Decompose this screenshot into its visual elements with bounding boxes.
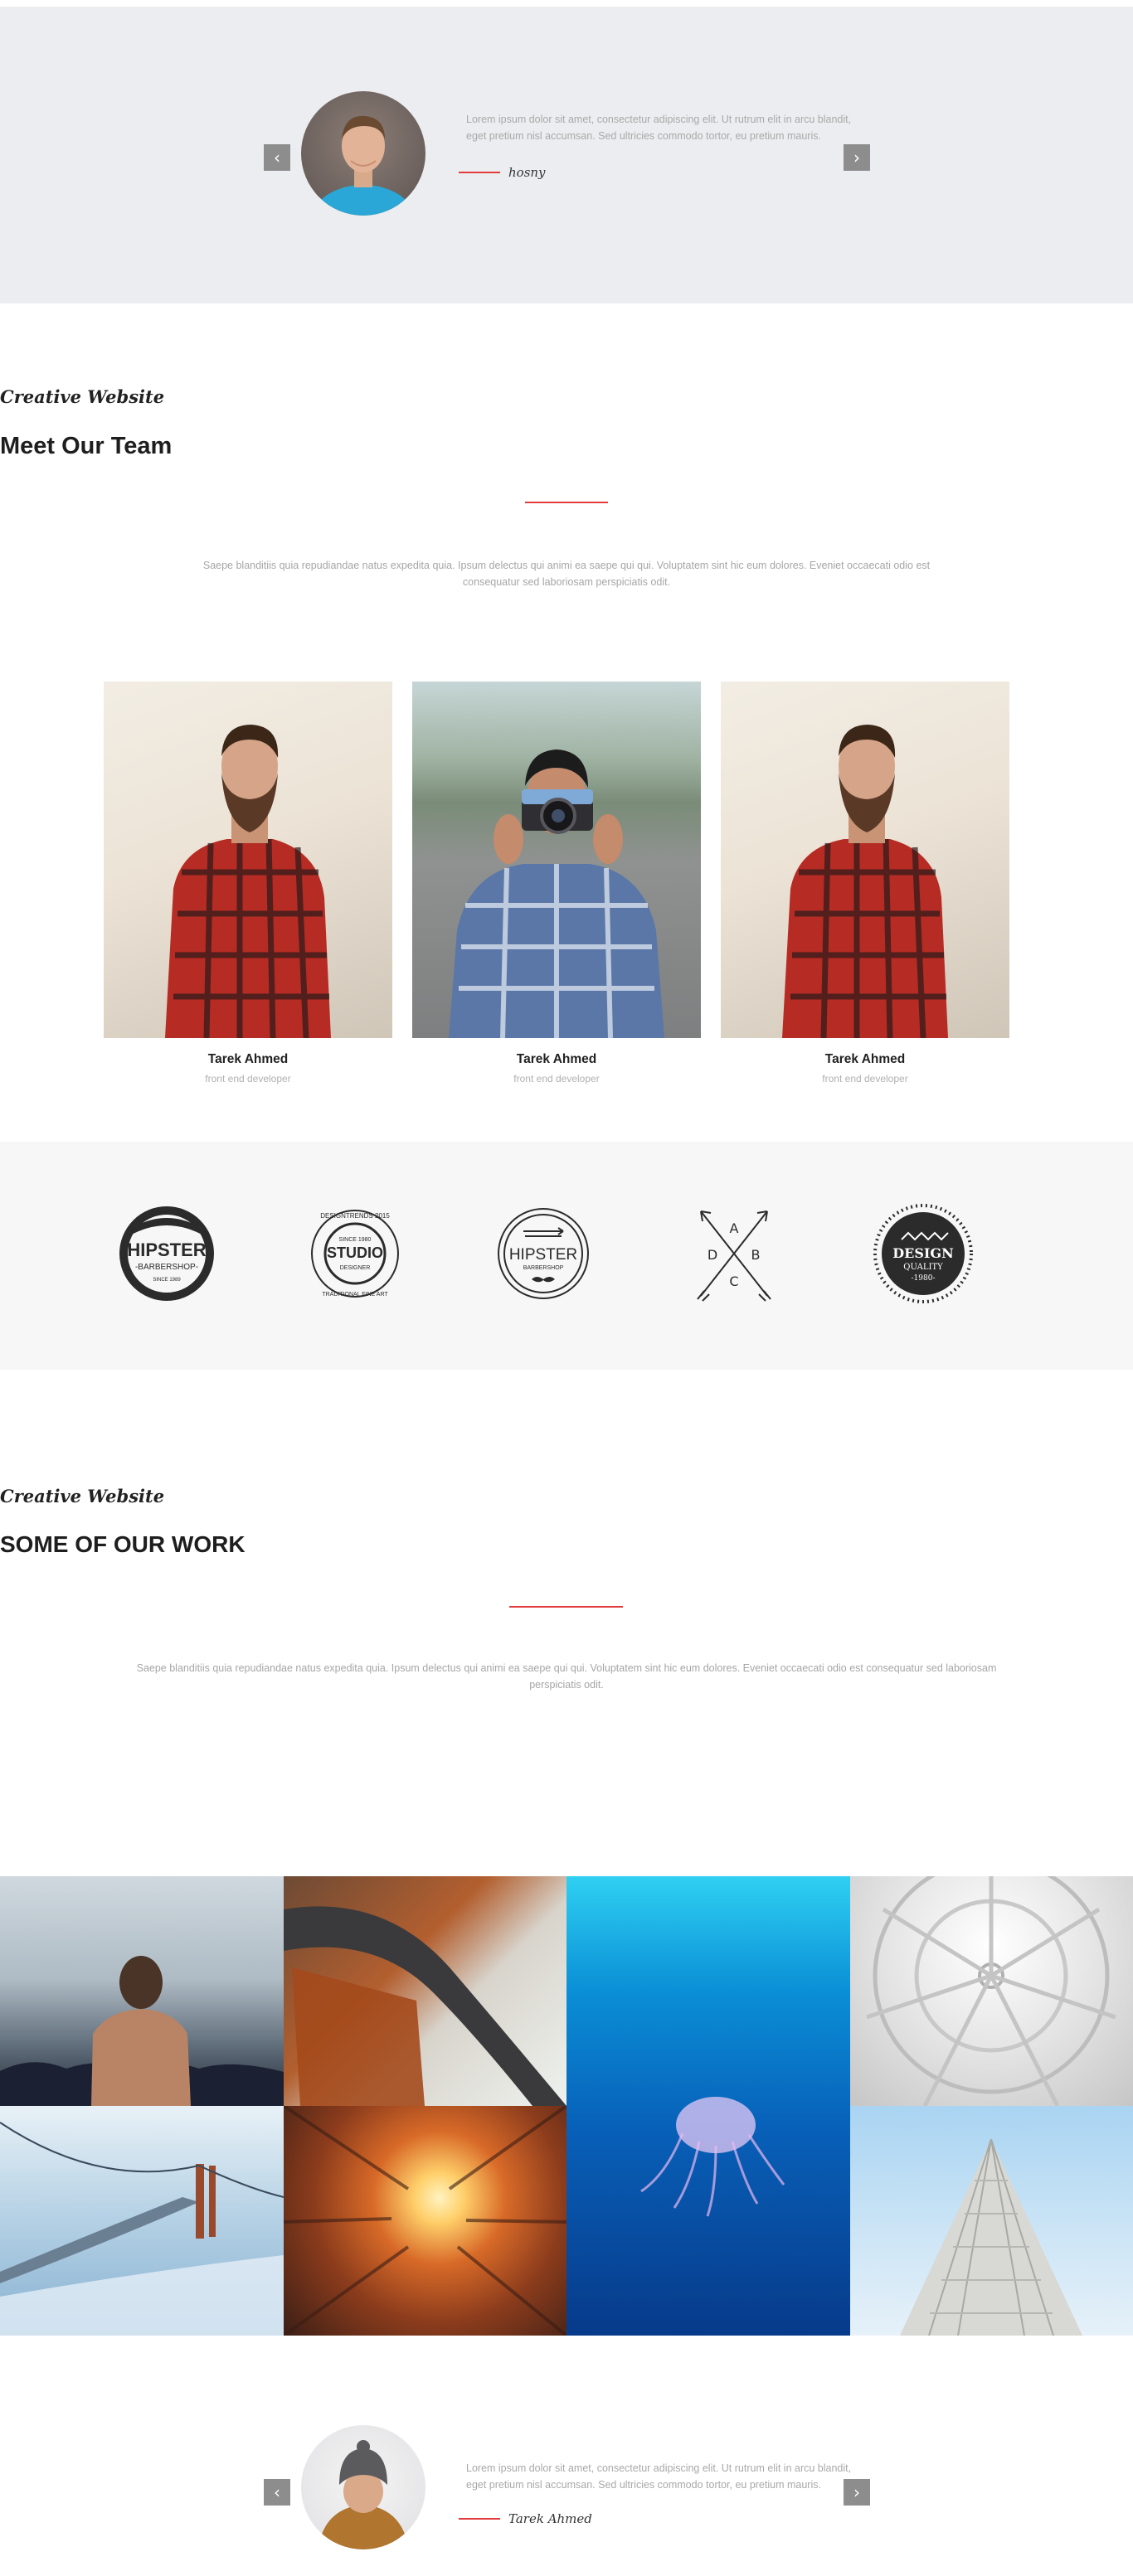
bearded-man-image: [165, 725, 331, 1038]
team-member-name: Tarek Ahmed: [207, 1052, 289, 1066]
portfolio-item-jellyfish[interactable]: [566, 1876, 850, 2336]
team-member-card[interactable]: Tarek Ahmed front end developer: [412, 682, 701, 1084]
work-title: SOME OF OUR WORK: [0, 1531, 246, 1557]
team-member-role: front end developer: [822, 1073, 908, 1084]
person-avatar-image: [318, 2440, 409, 2549]
svg-text:C: C: [729, 1273, 738, 1289]
svg-text:SINCE 1980: SINCE 1980: [339, 1237, 372, 1243]
svg-text:BARBERSHOP: BARBERSHOP: [523, 1265, 564, 1271]
testimonial-next-button[interactable]: ›: [844, 144, 870, 171]
team-member-name: Tarek Ahmed: [516, 1052, 597, 1066]
team-member-photo: [104, 682, 392, 1038]
testimonial-avatar: [301, 91, 425, 216]
team-member-card[interactable]: Tarek Ahmed front end developer: [721, 682, 1009, 1084]
work-title-divider: [509, 1606, 623, 1608]
svg-text:DESIGNER: DESIGNER: [340, 1265, 371, 1271]
person-avatar-image: [312, 115, 415, 216]
testimonial-prev-button[interactable]: ‹: [264, 144, 290, 171]
svg-text:DESIGNTRENDS 2015: DESIGNTRENDS 2015: [320, 1212, 390, 1220]
photographer-image: [449, 750, 664, 1038]
team-description: Saepe blanditiis quia repudiandae natus …: [202, 560, 931, 588]
svg-text:HIPSTER: HIPSTER: [127, 1239, 206, 1260]
svg-text:A: A: [730, 1220, 739, 1236]
brand-logos-section: HIPSTER -BARBERSHOP- SINCE 1989 DESIGNTR…: [0, 1142, 1133, 1370]
work-section: Creative Website SOME OF OUR WORK Saepe …: [0, 1370, 1133, 1876]
team-member-photo: [412, 682, 701, 1038]
portfolio-item-architecture-curve[interactable]: [284, 1876, 566, 2106]
svg-text:DESIGN: DESIGN: [892, 1245, 953, 1261]
testimonial-section: ‹ Lorem ipsum dolor sit amet, consectetu…: [0, 2336, 1133, 2576]
team-member-role: front end developer: [205, 1073, 291, 1084]
studio-designer-logo[interactable]: DESIGNTRENDS 2015 SINCE 1980 STUDIO DESI…: [305, 1198, 405, 1309]
author-name: hosny: [508, 165, 546, 180]
testimonial-quote: Lorem ipsum dolor sit amet, consectetur …: [466, 114, 852, 142]
testimonial-quote: Lorem ipsum dolor sit amet, consectetur …: [466, 2462, 852, 2491]
portfolio-item-skyscraper[interactable]: [850, 2106, 1133, 2336]
svg-text:-BARBERSHOP-: -BARBERSHOP-: [135, 1263, 198, 1272]
author-name: Tarek Ahmed: [508, 2511, 592, 2526]
svg-text:TRADITIONAL FINE ART: TRADITIONAL FINE ART: [322, 1292, 388, 1298]
author-accent-line: [459, 172, 500, 173]
portfolio-item-dome-ceiling[interactable]: [850, 1876, 1133, 2106]
team-member-name: Tarek Ahmed: [824, 1052, 906, 1066]
bearded-man-image: [782, 725, 948, 1038]
svg-text:B: B: [751, 1247, 761, 1263]
svg-text:SINCE 1989: SINCE 1989: [153, 1278, 181, 1283]
portfolio-item-bridge[interactable]: [0, 2106, 284, 2336]
hipster-mustache-logo[interactable]: HIPSTER BARBERSHOP: [494, 1198, 593, 1309]
author-accent-line: [459, 2518, 500, 2520]
testimonial-next-button[interactable]: ›: [844, 2479, 870, 2506]
portfolio-item-tower-looking-up[interactable]: [284, 2106, 566, 2336]
work-script-title: Creative Website: [0, 1486, 165, 1506]
team-title: Meet Our Team: [0, 433, 173, 459]
team-member-card[interactable]: Tarek Ahmed front end developer: [104, 682, 392, 1084]
svg-text:D: D: [708, 1247, 717, 1263]
svg-text:QUALITY: QUALITY: [903, 1263, 943, 1272]
svg-text:HIPSTER: HIPSTER: [509, 1246, 577, 1264]
portfolio-item-man-at-sea[interactable]: [0, 1876, 284, 2106]
testimonial-section: ‹ Lorem ipsum dolor sit amet, consectetu…: [0, 7, 1133, 303]
testimonial-avatar: [301, 2425, 425, 2549]
svg-text:-1980-: -1980-: [912, 1274, 936, 1283]
team-section: Creative Website Meet Our Team Saepe bla…: [0, 303, 1133, 1142]
svg-text:STUDIO: STUDIO: [327, 1244, 383, 1261]
testimonial-author: hosny: [459, 165, 546, 180]
team-member-photo: [721, 682, 1009, 1038]
team-title-divider: [525, 502, 608, 503]
team-script-title: Creative Website: [0, 386, 165, 407]
testimonial-author: Tarek Ahmed: [459, 2511, 592, 2526]
team-member-role: front end developer: [513, 1073, 600, 1084]
hipster-barbershop-logo[interactable]: HIPSTER -BARBERSHOP- SINCE 1989: [117, 1198, 216, 1309]
arrows-abcd-logo[interactable]: A B C D: [684, 1198, 784, 1309]
design-quality-logo[interactable]: DESIGN QUALITY -1980-: [873, 1198, 973, 1309]
work-description: Saepe blanditiis quia repudiandae natus …: [136, 1662, 997, 1691]
testimonial-prev-button[interactable]: ‹: [264, 2479, 290, 2506]
portfolio-gallery: [0, 1876, 1133, 2336]
